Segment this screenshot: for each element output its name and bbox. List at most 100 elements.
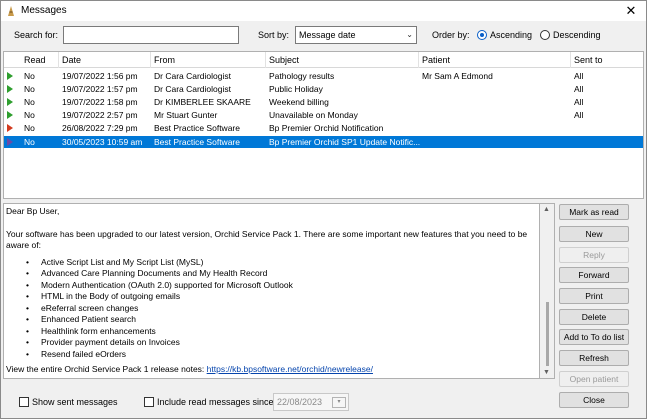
list-item: Healthlink form enhancements bbox=[26, 326, 537, 338]
scroll-down-icon[interactable]: ▼ bbox=[543, 369, 550, 376]
cell-from: Dr Cara Cardiologist bbox=[154, 71, 231, 81]
messages-window: Messages ✕ Search for: Sort by: Message … bbox=[0, 0, 647, 419]
col-patient[interactable]: Patient bbox=[422, 55, 450, 65]
cell-subject: Weekend billing bbox=[269, 97, 329, 107]
table-row[interactable]: No 26/08/2022 7:29 pm Best Practice Soft… bbox=[4, 122, 643, 134]
ascending-radio[interactable] bbox=[477, 30, 487, 40]
table-row[interactable]: No 19/07/2022 2:57 pm Mr Stuart Gunter U… bbox=[4, 109, 643, 121]
cell-from: Best Practice Software bbox=[154, 123, 240, 133]
cell-read: No bbox=[24, 84, 35, 94]
cell-subject: Unavailable on Monday bbox=[269, 110, 358, 120]
close-icon[interactable]: ✕ bbox=[616, 1, 646, 21]
table-row[interactable]: No 19/07/2022 1:58 pm Dr KIMBERLEE SKAAR… bbox=[4, 96, 643, 108]
open-patient-button[interactable]: Open patient bbox=[559, 371, 629, 387]
message-greeting: Dear Bp User, bbox=[6, 206, 60, 216]
show-sent-label[interactable]: Show sent messages bbox=[32, 397, 118, 407]
search-input[interactable] bbox=[63, 26, 239, 44]
list-item: HTML in the Body of outgoing emails bbox=[26, 291, 537, 303]
app-icon bbox=[8, 6, 14, 16]
cell-sent-to: All bbox=[574, 71, 584, 81]
list-item: Advanced Care Planning Documents and My … bbox=[26, 268, 537, 280]
release-link[interactable]: https://kb.bpsoftware.net/orchid/newrele… bbox=[207, 364, 373, 374]
feature-list: Active Script List and My Script List (M… bbox=[26, 257, 537, 361]
cell-subject: Public Holiday bbox=[269, 84, 323, 94]
unread-arrow-icon bbox=[7, 111, 13, 119]
cell-from: Dr Cara Cardiologist bbox=[154, 84, 231, 94]
title-bar: Messages ✕ bbox=[1, 1, 646, 21]
messages-grid[interactable]: Read Date From Subject Patient Sent to N… bbox=[3, 51, 644, 199]
forward-button[interactable]: Forward bbox=[559, 267, 629, 283]
cell-sent-to: All bbox=[574, 84, 584, 94]
scroll-thumb[interactable] bbox=[546, 302, 549, 366]
sortby-value: Message date bbox=[299, 30, 356, 40]
add-to-do-button[interactable]: Add to To do list bbox=[559, 329, 629, 345]
cell-subject: Bp Premier Orchid SP1 Update Notific... bbox=[269, 137, 421, 147]
new-button[interactable]: New bbox=[559, 226, 629, 242]
descending-label[interactable]: Descending bbox=[553, 30, 601, 40]
cell-date: 19/07/2022 1:57 pm bbox=[62, 84, 138, 94]
unread-arrow-icon bbox=[7, 138, 13, 146]
col-sent-to[interactable]: Sent to bbox=[574, 55, 603, 65]
cell-date: 26/08/2022 7:29 pm bbox=[62, 123, 138, 133]
cell-date: 19/07/2022 1:56 pm bbox=[62, 71, 138, 81]
col-date[interactable]: Date bbox=[62, 55, 81, 65]
message-scrollbar[interactable]: ▲ ▼ bbox=[540, 203, 555, 379]
cell-sent-to: All bbox=[574, 97, 584, 107]
table-row[interactable]: No 19/07/2022 1:57 pm Dr Cara Cardiologi… bbox=[4, 83, 643, 95]
cell-date: 30/05/2023 10:59 am bbox=[62, 137, 143, 147]
cell-read: No bbox=[24, 71, 35, 81]
cell-sent-to: All bbox=[574, 110, 584, 120]
message-body[interactable]: Dear Bp User, Your software has been upg… bbox=[3, 203, 540, 379]
since-date-picker[interactable]: 22/08/2023 ▾ bbox=[273, 393, 349, 411]
table-row[interactable]: No 19/07/2022 1:56 pm Dr Cara Cardiologi… bbox=[4, 70, 643, 82]
cell-read: No bbox=[24, 137, 35, 147]
delete-button[interactable]: Delete bbox=[559, 309, 629, 325]
cell-patient: Mr Sam A Edmond bbox=[422, 71, 493, 81]
cell-from: Dr KIMBERLEE SKAARE bbox=[154, 97, 251, 107]
calendar-icon[interactable]: ▾ bbox=[332, 397, 346, 408]
list-item: Modern Authentication (OAuth 2.0) suppor… bbox=[26, 280, 537, 292]
list-item: Active Script List and My Script List (M… bbox=[26, 257, 537, 269]
sortby-select[interactable]: Message date ⌄ bbox=[295, 26, 417, 44]
reply-button[interactable]: Reply bbox=[559, 247, 629, 263]
splitter[interactable] bbox=[3, 199, 555, 202]
descending-radio[interactable] bbox=[540, 30, 550, 40]
unread-arrow-icon bbox=[7, 98, 13, 106]
scroll-up-icon[interactable]: ▲ bbox=[543, 206, 550, 213]
close-button[interactable]: Close bbox=[559, 392, 629, 408]
col-read[interactable]: Read bbox=[24, 55, 46, 65]
since-date-value: 22/08/2023 bbox=[277, 397, 323, 407]
list-item: eReferral screen changes bbox=[26, 303, 537, 315]
cell-subject: Bp Premier Orchid Notification bbox=[269, 123, 384, 133]
cell-subject: Pathology results bbox=[269, 71, 335, 81]
ascending-label[interactable]: Ascending bbox=[490, 30, 532, 40]
table-row-selected[interactable]: No 30/05/2023 10:59 am Best Practice Sof… bbox=[4, 136, 643, 148]
mark-as-read-button[interactable]: Mark as read bbox=[559, 204, 629, 220]
unread-arrow-icon bbox=[7, 124, 13, 132]
cell-from: Mr Stuart Gunter bbox=[154, 110, 218, 120]
message-intro: Your software has been upgraded to our l… bbox=[6, 228, 528, 251]
include-read-checkbox[interactable] bbox=[144, 397, 154, 407]
cell-from: Best Practice Software bbox=[154, 137, 240, 147]
release-text: View the entire Orchid Service Pack 1 re… bbox=[6, 364, 207, 374]
chevron-down-icon: ⌄ bbox=[406, 30, 413, 39]
cell-date: 19/07/2022 1:58 pm bbox=[62, 97, 138, 107]
unread-arrow-icon bbox=[7, 85, 13, 93]
list-item: Resend failed eOrders bbox=[26, 349, 537, 361]
cell-read: No bbox=[24, 123, 35, 133]
refresh-button[interactable]: Refresh bbox=[559, 350, 629, 366]
list-item: Enhanced Patient search bbox=[26, 314, 537, 326]
include-read-label[interactable]: Include read messages since bbox=[157, 397, 274, 407]
show-sent-checkbox[interactable] bbox=[19, 397, 29, 407]
col-subject[interactable]: Subject bbox=[269, 55, 299, 65]
list-item: Provider payment details on Invoices bbox=[26, 337, 537, 349]
cell-read: No bbox=[24, 97, 35, 107]
release-notes: View the entire Orchid Service Pack 1 re… bbox=[6, 364, 537, 376]
cell-read: No bbox=[24, 110, 35, 120]
search-label: Search for: bbox=[14, 30, 59, 40]
grid-header: Read Date From Subject Patient Sent to bbox=[4, 52, 643, 68]
print-button[interactable]: Print bbox=[559, 288, 629, 304]
window-title: Messages bbox=[21, 5, 67, 16]
col-from[interactable]: From bbox=[154, 55, 175, 65]
unread-arrow-icon bbox=[7, 72, 13, 80]
